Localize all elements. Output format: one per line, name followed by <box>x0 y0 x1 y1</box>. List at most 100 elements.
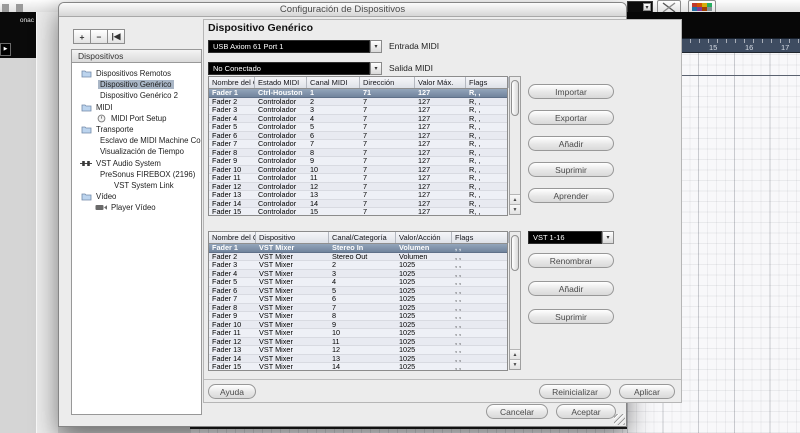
table-cell: Fader 3 <box>212 106 238 114</box>
table-row[interactable]: Fader 1 VST Mixer Stereo In Volumen , , <box>209 244 507 253</box>
midi-input-select[interactable]: USB Axiom 61 Port 1 <box>208 40 370 53</box>
sidebar-item-vi-deo[interactable]: Vídeo <box>72 191 201 202</box>
sidebar-item-dispositivo-gene-rico-2[interactable]: Dispositivo Genérico 2 <box>72 90 201 101</box>
table-cell: Fader 13 <box>212 191 242 199</box>
table-row[interactable]: Fader 14 Controlador 14 7 127 R, , <box>209 199 507 208</box>
table-row[interactable]: Fader 4 VST Mixer 3 1025 , , <box>209 269 507 278</box>
table-row[interactable]: Fader 12 VST Mixer 11 1025 , , <box>209 337 507 346</box>
table-cell: 7 <box>363 165 368 173</box>
button-exportar[interactable]: Exportar <box>528 110 614 125</box>
table-header-row: Nombre del C Estado MIDI Canal MIDI Direcci… <box>209 77 509 89</box>
add-device-button[interactable]: + <box>73 29 91 44</box>
reset-device-button[interactable]: |◀ <box>107 29 125 44</box>
table-cell: Fader 1 <box>212 89 238 97</box>
table-cell: 1025 <box>399 261 416 269</box>
table-row[interactable]: Fader 8 VST Mixer 7 1025 , , <box>209 303 507 312</box>
table-row[interactable]: Fader 6 Controlador 6 7 127 R, , <box>209 131 507 140</box>
sidebar-item-presonus-firebox-2196-[interactable]: PreSonus FIREBOX (2196) <box>72 169 201 180</box>
table-row[interactable]: Fader 3 VST Mixer 2 1025 , , <box>209 261 507 270</box>
sidebar-item-dispositivo-gene-rico[interactable]: Dispositivo Genérico <box>72 79 201 90</box>
table-row[interactable]: Fader 7 Controlador 7 7 127 R, , <box>209 140 507 149</box>
button-importar[interactable]: Importar <box>528 84 614 99</box>
sidebar-item-midi[interactable]: MIDI <box>72 102 201 113</box>
bank-select[interactable]: VST 1-16 <box>528 231 602 244</box>
scroll-up-icon[interactable]: ▲ <box>510 194 520 204</box>
button-suprimir[interactable]: Suprimir <box>528 309 614 324</box>
sidebar-item-dispositivos-remotos[interactable]: Dispositivos Remotos <box>72 68 201 79</box>
dropdown-arrow-icon[interactable]: ▾ <box>370 40 382 53</box>
button-anadir[interactable]: Añadir <box>528 281 614 296</box>
table-row[interactable]: Fader 2 Controlador 2 7 127 R, , <box>209 97 507 106</box>
scroll-down-icon[interactable]: ▼ <box>510 204 520 214</box>
sidebar-item-vst-audio-system[interactable]: VST Audio System <box>72 158 201 169</box>
table-row[interactable]: Fader 7 VST Mixer 6 1025 , , <box>209 295 507 304</box>
table-cell: 127 <box>418 182 431 190</box>
scroll-up-icon[interactable]: ▲ <box>510 349 520 359</box>
table-row[interactable]: Fader 9 Controlador 9 7 127 R, , <box>209 157 507 166</box>
ok-button[interactable]: Aceptar <box>556 404 616 419</box>
lower-table-scrollbar[interactable]: ▲ ▼ <box>509 231 521 370</box>
button-anadir[interactable]: Añadir <box>528 136 614 151</box>
table-row[interactable]: Fader 9 VST Mixer 8 1025 , , <box>209 312 507 321</box>
table-row[interactable]: Fader 8 Controlador 8 7 127 R, , <box>209 148 507 157</box>
column-header: Dispositivo <box>256 232 329 243</box>
upper-table-scrollbar[interactable]: ▲ ▼ <box>509 76 521 215</box>
table-row[interactable]: Fader 4 Controlador 4 7 127 R, , <box>209 114 507 123</box>
table-row[interactable]: Fader 15 Controlador 15 7 127 R, , <box>209 208 507 215</box>
table-row[interactable]: Fader 2 VST Mixer Stereo Out Volumen , , <box>209 252 507 261</box>
table-row[interactable]: Fader 11 VST Mixer 10 1025 , , <box>209 329 507 338</box>
table-cell: 1025 <box>399 337 416 345</box>
sidebar-item-visualizacio-n-de-tiempo[interactable]: Visualización de Tiempo <box>72 146 201 157</box>
dropdown-arrow-icon[interactable]: ▾ <box>370 62 382 75</box>
scrollbar-thumb[interactable] <box>511 80 519 116</box>
folder-icon <box>80 192 92 201</box>
dialog-titlebar[interactable]: Configuración de Dispositivos <box>59 3 626 17</box>
table-row[interactable]: Fader 14 VST Mixer 13 1025 , , <box>209 354 507 363</box>
table-row[interactable]: Fader 5 Controlador 5 7 127 R, , <box>209 123 507 132</box>
dropdown-arrow-icon[interactable]: ▾ <box>643 3 651 11</box>
button-suprimir[interactable]: Suprimir <box>528 162 614 177</box>
table-cell: 12 <box>310 182 319 190</box>
midi-output-select[interactable]: No Conectado <box>208 62 370 75</box>
dropdown-arrow-icon[interactable]: ▾ <box>602 231 614 244</box>
column-header: Valor/Acción <box>396 232 452 243</box>
sidebar-item-esclavo-de-midi-machine-control[interactable]: Esclavo de MIDI Machine Control <box>72 135 201 146</box>
button-aprender[interactable]: Aprender <box>528 188 614 203</box>
sidebar-item-midi-port-setup[interactable]: MIDI Port Setup <box>72 113 201 124</box>
table-cell: , , <box>455 244 462 252</box>
sidebar-item-player-vi-deo[interactable]: Player Vídeo <box>72 202 201 213</box>
table-row[interactable]: Fader 6 VST Mixer 5 1025 , , <box>209 286 507 295</box>
table-row[interactable]: Fader 10 Controlador 10 7 127 R, , <box>209 165 507 174</box>
table-cell: 2 <box>332 261 337 269</box>
scrollbar-thumb[interactable] <box>511 235 519 271</box>
play-arrow-button[interactable]: ▶ <box>0 43 11 56</box>
cancel-button[interactable]: Cancelar <box>486 404 548 419</box>
table-cell: Fader 9 <box>212 157 238 165</box>
table-row[interactable]: Fader 11 Controlador 11 7 127 R, , <box>209 174 507 183</box>
bank-select-row: VST 1-16 ▾ <box>528 231 614 244</box>
scroll-down-icon[interactable]: ▼ <box>510 359 520 369</box>
table-row[interactable]: Fader 5 VST Mixer 4 1025 , , <box>209 278 507 287</box>
button-renombrar[interactable]: Renombrar <box>528 253 614 268</box>
resize-grip[interactable] <box>614 414 625 425</box>
table-cell: Fader 11 <box>212 329 241 337</box>
help-button[interactable]: Ayuda <box>208 384 256 399</box>
table-row[interactable]: Fader 13 Controlador 13 7 127 R, , <box>209 191 507 200</box>
table-row[interactable]: Fader 3 Controlador 3 7 127 R, , <box>209 106 507 115</box>
table-row[interactable]: Fader 1 Ctrl-Houston 1 71 127 R, , <box>209 89 507 98</box>
table-row[interactable]: Fader 12 Controlador 12 7 127 R, , <box>209 182 507 191</box>
table-cell: R, , <box>469 148 481 156</box>
table-cell: 7 <box>363 131 368 139</box>
reset-button[interactable]: Reinicializar <box>539 384 611 399</box>
table-cell: Fader 10 <box>212 320 242 328</box>
table-row[interactable]: Fader 10 VST Mixer 9 1025 , , <box>209 320 507 329</box>
remove-device-button[interactable]: − <box>90 29 108 44</box>
sidebar-item-vst-system-link[interactable]: VST System Link <box>72 180 201 191</box>
table-cell: 15 <box>310 208 319 215</box>
table-row[interactable]: Fader 13 VST Mixer 12 1025 , , <box>209 346 507 355</box>
sidebar-item-transporte[interactable]: Transporte <box>72 124 201 135</box>
table-cell: 7 <box>332 303 337 311</box>
apply-button[interactable]: Aplicar <box>619 384 675 399</box>
table-cell: 14 <box>332 363 341 370</box>
table-row[interactable]: Fader 15 VST Mixer 14 1025 , , <box>209 363 507 370</box>
